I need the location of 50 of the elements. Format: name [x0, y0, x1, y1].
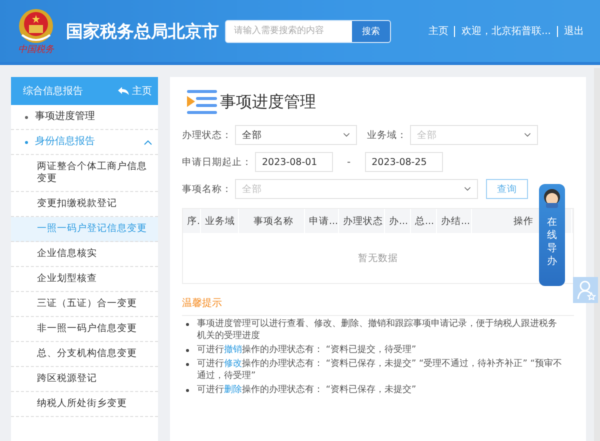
bullet-icon	[186, 323, 189, 326]
tip-text: 事项进度管理可以进行查看、修改、删除、撤销和跟踪事项申请记录，便于纳税人跟进税务机关的受理进度	[197, 318, 558, 342]
date-field[interactable]: 2023-08-25	[364, 152, 443, 172]
column-header: 业务域	[201, 209, 239, 233]
field-label: 申请日期起止：	[182, 156, 252, 168]
search-field[interactable]: 请输入需要搜索的内容 搜索	[225, 20, 391, 42]
empty-message: 暂无数据	[358, 252, 398, 264]
column-header: 办结...	[437, 209, 472, 233]
home-link[interactable]: 主页	[118, 84, 152, 98]
query-button[interactable]: 查询	[486, 179, 528, 199]
date-field[interactable]: 2023-08-01	[255, 152, 333, 172]
dropdown-caret-icon	[343, 133, 350, 137]
dropdown-caret-icon	[464, 187, 471, 191]
action-link[interactable]: 删除	[224, 385, 242, 395]
tip-text: 可进行撤销操作的办理状态有： “资料已提交，待受理”	[197, 344, 416, 356]
bullet-icon	[186, 363, 189, 366]
action-link[interactable]: 撤销	[224, 345, 242, 355]
tip-text: 可进行删除操作的办理状态有： “资料已保存，未提交”	[197, 384, 416, 396]
action-link[interactable]: 修改	[224, 359, 242, 369]
field-label: 业务域：	[367, 128, 407, 142]
sidebar-item[interactable]: 一照一码户登记信息变更	[11, 217, 158, 242]
logo-caption: 中国税务	[18, 44, 54, 56]
page-title: 事项进度管理	[220, 92, 316, 112]
sidebar-title: 综合信息报告	[23, 84, 83, 98]
tips-title: 温馨提示	[182, 296, 574, 316]
column-header: 办理状态	[339, 209, 385, 233]
search-button[interactable]: 搜索	[352, 20, 390, 42]
field-label: 事项名称：	[182, 182, 232, 196]
emblem-icon	[17, 6, 55, 44]
nav-link[interactable]: 退出	[557, 26, 590, 36]
chevron-up-icon	[144, 140, 152, 144]
bullet-icon	[186, 389, 189, 392]
column-header: 事项名称	[239, 209, 305, 233]
column-header: 序.	[183, 209, 201, 233]
nav-link[interactable]: 主页	[422, 26, 454, 36]
field-label: 办理状态：	[182, 128, 232, 142]
nav-link[interactable]: 欢迎，北京拓普联...	[454, 26, 557, 36]
column-header: 总...	[411, 209, 437, 233]
status-select[interactable]: 全部	[235, 125, 357, 145]
tip-text: 可进行修改操作的办理状态有： “资料已保存，未提交” “受理不通过，待补齐补正” “预审不通过，待受理”	[197, 358, 563, 382]
dropdown-caret-icon	[524, 133, 531, 137]
agent-avatar-icon	[542, 188, 562, 208]
bullet-icon	[186, 349, 189, 352]
column-header: 办...	[385, 209, 411, 233]
list-icon	[186, 89, 218, 115]
site-title: 国家税务总局北京市	[66, 20, 219, 42]
back-arrow-icon	[118, 87, 129, 95]
online-guide-button[interactable]: 在线导办	[539, 184, 565, 286]
date-separator: -	[347, 156, 351, 168]
column-header: 申请...	[305, 209, 339, 233]
